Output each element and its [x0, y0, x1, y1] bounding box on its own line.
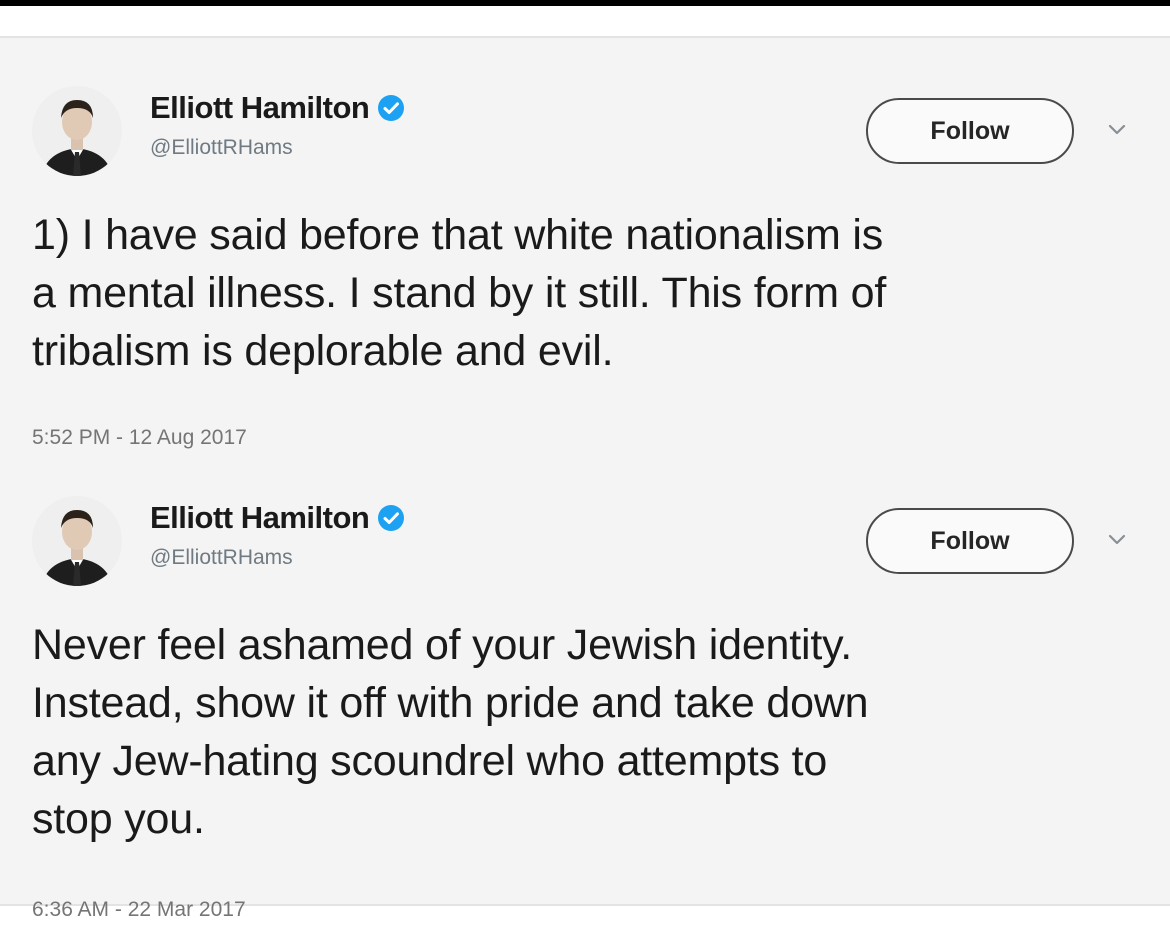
avatar[interactable]: [32, 496, 122, 586]
author-handle[interactable]: @ElliottRHams: [150, 546, 293, 570]
follow-button[interactable]: Follow: [866, 98, 1074, 164]
tweet-timestamp[interactable]: 6:36 AM - 22 Mar 2017: [32, 898, 246, 922]
tweet-timestamp[interactable]: 5:52 PM - 12 Aug 2017: [32, 426, 247, 450]
author-name[interactable]: Elliott Hamilton: [150, 500, 370, 536]
top-black-bar: [0, 0, 1170, 6]
follow-button[interactable]: Follow: [866, 508, 1074, 574]
avatar[interactable]: [32, 86, 122, 176]
author-row: Elliott Hamilton: [150, 88, 405, 128]
chevron-down-icon[interactable]: [1104, 116, 1130, 142]
profile-photo: [32, 496, 122, 586]
tweet-screenshot-card: Elliott Hamilton @ElliottRHams Follow 1)…: [0, 36, 1170, 921]
profile-photo: [32, 86, 122, 176]
tweet-text: 1) I have said before that white nationa…: [32, 211, 887, 375]
chevron-down-icon[interactable]: [1104, 526, 1130, 552]
verified-badge-icon: [377, 504, 405, 532]
author-row: Elliott Hamilton: [150, 498, 405, 538]
author-name[interactable]: Elliott Hamilton: [150, 90, 370, 126]
author-handle[interactable]: @ElliottRHams: [150, 136, 293, 160]
verified-badge-icon: [377, 94, 405, 122]
tweet-text: Never feel ashamed of your Jewish identi…: [32, 621, 869, 843]
